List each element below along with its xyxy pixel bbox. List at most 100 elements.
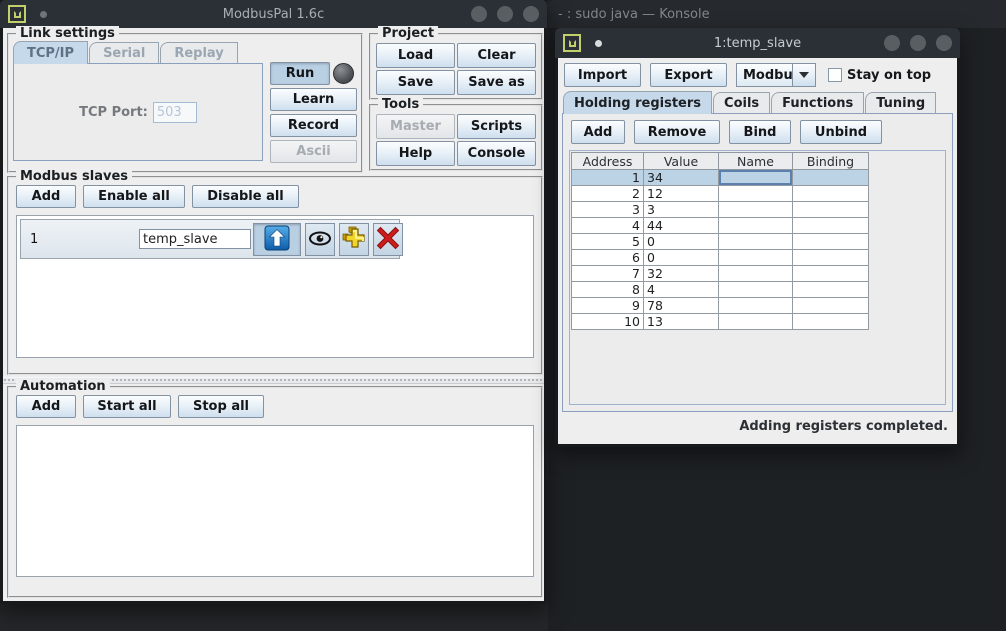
register-address-cell[interactable]: 9 [571, 298, 644, 314]
automation-add-button[interactable]: Add [16, 395, 76, 418]
window-menu-icon[interactable] [563, 34, 581, 52]
import-button[interactable]: Import [564, 63, 641, 87]
save-as-button[interactable]: Save as [457, 70, 536, 95]
register-binding-cell[interactable] [793, 202, 869, 218]
register-name-cell[interactable] [719, 186, 793, 202]
column-header-value[interactable]: Value [644, 152, 719, 170]
register-address-cell[interactable]: 10 [571, 314, 644, 330]
column-header-address[interactable]: Address [571, 152, 644, 170]
enable-all-button[interactable]: Enable all [83, 185, 185, 208]
register-row[interactable]: 50 [571, 234, 869, 250]
register-binding-cell[interactable] [793, 266, 869, 282]
slave-delete-button[interactable] [373, 223, 403, 256]
slave-row[interactable]: 1 [20, 219, 400, 259]
register-address-cell[interactable]: 7 [571, 266, 644, 282]
run-button[interactable]: Run [270, 62, 330, 85]
register-row[interactable]: 60 [571, 250, 869, 266]
help-button[interactable]: Help [376, 141, 455, 166]
export-button[interactable]: Export [650, 63, 727, 87]
slave-name-input[interactable] [139, 229, 251, 249]
tab-functions[interactable]: Functions [771, 92, 864, 113]
tab-coils[interactable]: Coils [713, 92, 770, 113]
register-value-cell[interactable]: 44 [644, 218, 719, 234]
register-binding-cell[interactable] [793, 234, 869, 250]
register-remove-button[interactable]: Remove [634, 120, 720, 144]
console-button[interactable]: Console [457, 141, 536, 166]
scripts-button[interactable]: Scripts [457, 114, 536, 139]
temp-slave-titlebar[interactable]: 1:temp_slave [555, 28, 960, 58]
register-value-cell[interactable]: 4 [644, 282, 719, 298]
register-value-cell[interactable]: 0 [644, 250, 719, 266]
register-row[interactable]: 33 [571, 202, 869, 218]
register-binding-cell[interactable] [793, 218, 869, 234]
register-address-cell[interactable]: 1 [571, 170, 644, 186]
close-button[interactable] [523, 6, 539, 22]
modbuspal-titlebar[interactable]: ModbusPal 1.6c [0, 0, 547, 28]
register-row[interactable]: 84 [571, 282, 869, 298]
register-binding-cell[interactable] [793, 170, 869, 186]
close-button[interactable] [936, 35, 952, 51]
disable-all-button[interactable]: Disable all [192, 185, 299, 208]
register-value-cell[interactable]: 78 [644, 298, 719, 314]
save-button[interactable]: Save [376, 70, 455, 95]
register-unbind-button[interactable]: Unbind [800, 120, 882, 144]
stop-all-button[interactable]: Stop all [178, 395, 264, 418]
register-name-cell[interactable] [719, 218, 793, 234]
register-value-cell[interactable]: 34 [644, 170, 719, 186]
register-name-cell[interactable] [719, 314, 793, 330]
minimize-button[interactable] [884, 35, 900, 51]
clear-button[interactable]: Clear [457, 43, 536, 68]
register-row[interactable]: 134 [571, 170, 869, 186]
registers-scrollpane[interactable]: Address Value Name Binding 1342123344450… [569, 150, 946, 405]
register-address-cell[interactable]: 4 [571, 218, 644, 234]
register-binding-cell[interactable] [793, 186, 869, 202]
window-menu-icon[interactable] [8, 5, 26, 23]
register-name-cell[interactable] [719, 250, 793, 266]
tab-tcpip[interactable]: TCP/IP [13, 41, 88, 64]
tcp-port-input[interactable] [153, 102, 197, 123]
modbus-combobox[interactable]: Modbus [736, 63, 816, 87]
register-address-cell[interactable]: 2 [571, 186, 644, 202]
load-button[interactable]: Load [376, 43, 455, 68]
start-all-button[interactable]: Start all [83, 395, 171, 418]
konsole-titlebar[interactable]: - : sudo java — Konsole [548, 0, 1006, 28]
register-binding-cell[interactable] [793, 314, 869, 330]
tab-holding-registers[interactable]: Holding registers [563, 91, 712, 114]
register-row[interactable]: 444 [571, 218, 869, 234]
slave-show-panel-button[interactable] [305, 223, 335, 256]
slave-add-register-button[interactable] [339, 223, 369, 256]
register-bind-button[interactable]: Bind [729, 120, 791, 144]
register-address-cell[interactable]: 8 [571, 282, 644, 298]
column-header-binding[interactable]: Binding [793, 152, 869, 170]
minimize-button[interactable] [471, 6, 487, 22]
register-binding-cell[interactable] [793, 298, 869, 314]
tab-replay[interactable]: Replay [160, 42, 237, 63]
register-address-cell[interactable]: 5 [571, 234, 644, 250]
register-address-cell[interactable]: 3 [571, 202, 644, 218]
register-row[interactable]: 978 [571, 298, 869, 314]
stay-on-top-checkbox[interactable] [828, 68, 842, 82]
record-button[interactable]: Record [270, 114, 357, 137]
maximize-button[interactable] [910, 35, 926, 51]
register-value-cell[interactable]: 13 [644, 314, 719, 330]
register-name-cell[interactable] [719, 234, 793, 250]
maximize-button[interactable] [497, 6, 513, 22]
tab-tuning[interactable]: Tuning [865, 92, 936, 113]
register-name-cell[interactable] [719, 282, 793, 298]
learn-button[interactable]: Learn [270, 88, 357, 111]
register-value-cell[interactable]: 3 [644, 202, 719, 218]
register-name-cell[interactable] [719, 266, 793, 282]
register-value-cell[interactable]: 12 [644, 186, 719, 202]
register-binding-cell[interactable] [793, 250, 869, 266]
register-name-cell[interactable] [719, 202, 793, 218]
tab-serial[interactable]: Serial [89, 42, 159, 63]
register-row[interactable]: 1013 [571, 314, 869, 330]
register-address-cell[interactable]: 6 [571, 250, 644, 266]
register-add-button[interactable]: Add [571, 120, 625, 144]
combobox-dropdown-button[interactable] [793, 64, 815, 86]
column-header-name[interactable]: Name [719, 152, 793, 170]
register-row[interactable]: 732 [571, 266, 869, 282]
register-name-cell[interactable] [719, 170, 793, 186]
register-value-cell[interactable]: 0 [644, 234, 719, 250]
register-name-cell[interactable] [719, 298, 793, 314]
